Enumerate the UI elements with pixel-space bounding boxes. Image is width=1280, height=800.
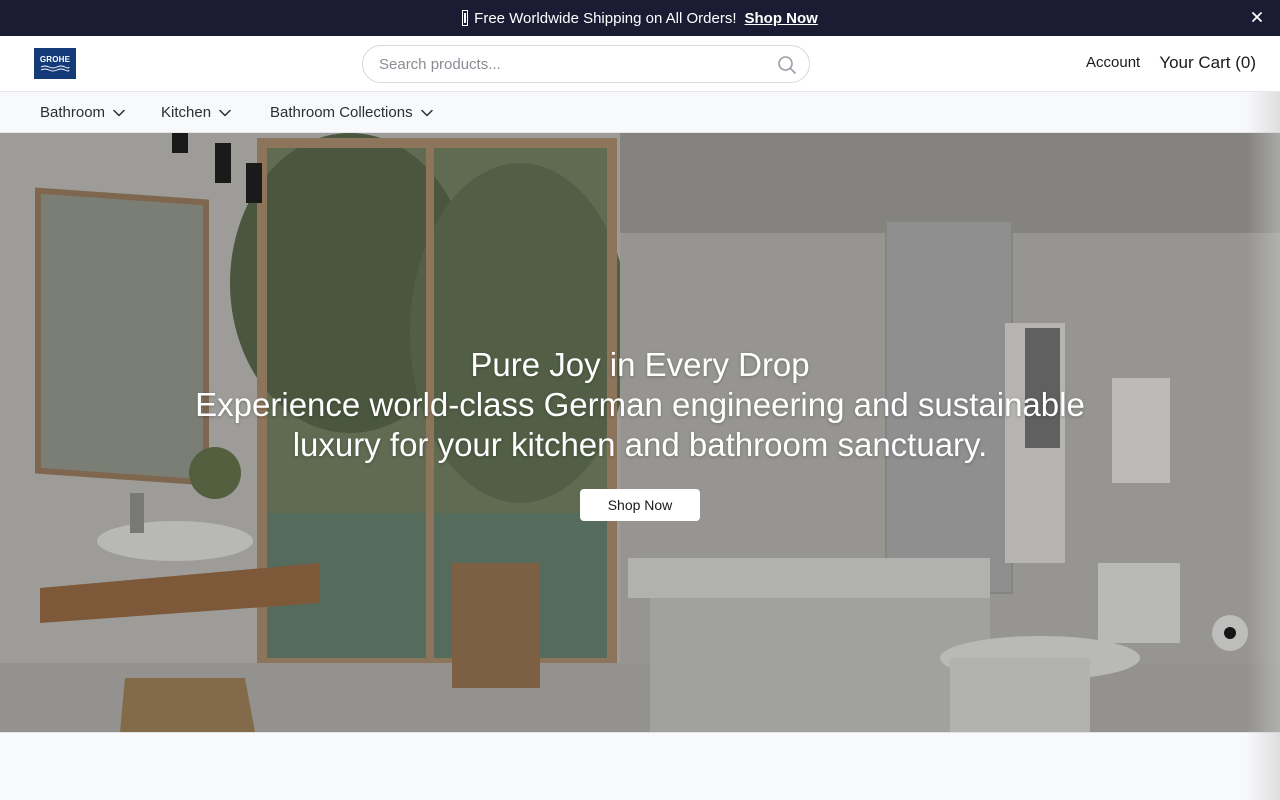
close-icon[interactable] xyxy=(1248,8,1266,26)
nav-item-label: Kitchen xyxy=(161,104,212,121)
chevron-down-icon xyxy=(420,109,433,116)
brand-logo[interactable]: GROHE xyxy=(34,48,76,79)
cart-link[interactable]: Your Cart (0) xyxy=(1159,53,1256,73)
hero-banner: Pure Joy in Every Drop Experience world-… xyxy=(0,133,1280,732)
search-bar xyxy=(362,45,810,83)
chevron-down-icon xyxy=(113,109,125,116)
logo-wordmark: GROHE xyxy=(39,54,71,64)
hero-shop-now-button[interactable]: Shop Now xyxy=(580,489,700,521)
hero-subheadline: Experience world-class German engineerin… xyxy=(195,386,1085,463)
nav-item-kitchen[interactable]: Kitchen xyxy=(161,104,231,121)
hero-headline: Pure Joy in Every Drop xyxy=(470,346,810,383)
search-input[interactable] xyxy=(379,46,769,82)
chevron-down-icon xyxy=(219,109,231,116)
announcement-text: Free Worldwide Shipping on All Orders! xyxy=(474,9,737,27)
nav-item-bathroom-collections[interactable]: Bathroom Collections xyxy=(270,104,433,121)
search-icon[interactable] xyxy=(777,55,797,75)
logo-waves-icon xyxy=(40,65,70,71)
nav-item-label: Bathroom Collections xyxy=(270,104,413,121)
content-section xyxy=(0,732,1280,800)
account-link[interactable]: Account xyxy=(1086,54,1140,71)
main-navigation: Bathroom Kitchen Bathroom Collections xyxy=(0,92,1280,133)
announcement-bar: Free Worldwide Shipping on All Orders! S… xyxy=(0,0,1280,36)
gift-icon xyxy=(462,10,469,26)
nav-item-label: Bathroom xyxy=(40,104,106,121)
announcement-shop-now-link[interactable]: Shop Now xyxy=(745,10,818,27)
nav-item-bathroom[interactable]: Bathroom xyxy=(40,104,125,121)
site-header: GROHE Account Your Cart (0) xyxy=(0,36,1280,92)
